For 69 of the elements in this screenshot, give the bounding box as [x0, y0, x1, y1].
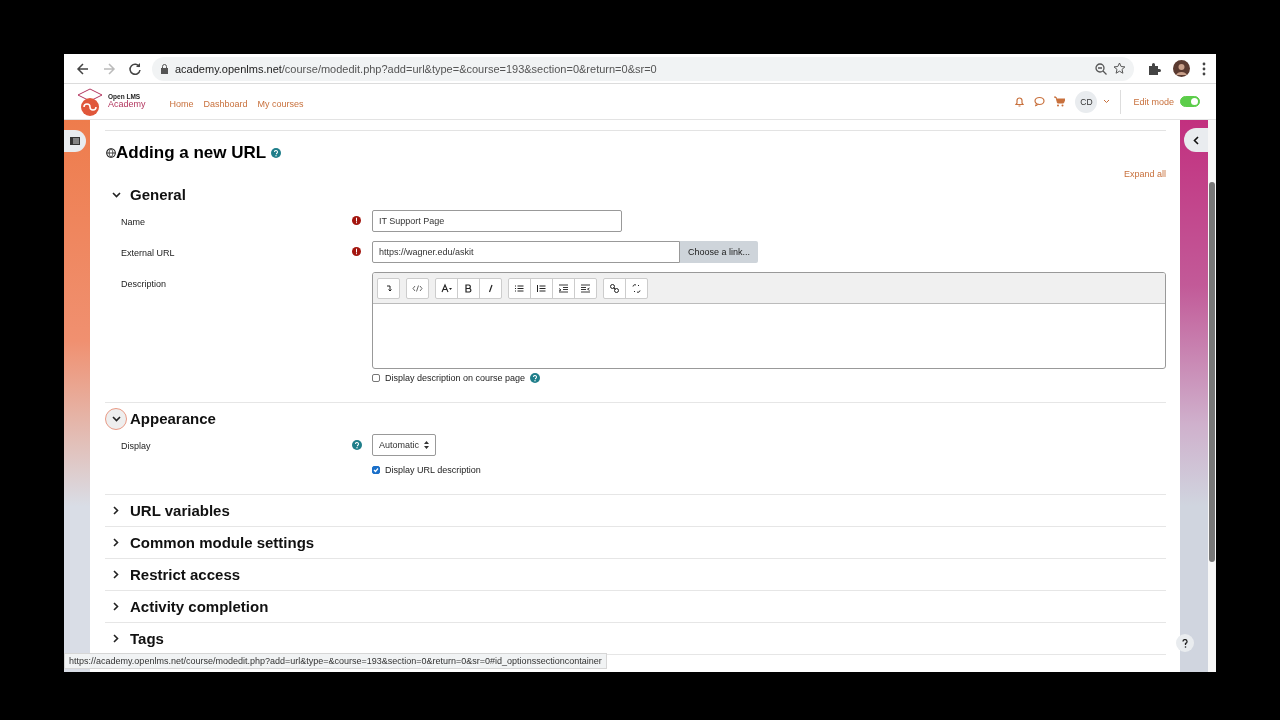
edit-mode-label: Edit mode [1133, 96, 1174, 107]
nav-link[interactable]: Home [169, 98, 194, 109]
star-icon[interactable] [1113, 62, 1126, 75]
scrollbar-thumb[interactable] [1209, 182, 1215, 562]
bell-icon[interactable] [1014, 96, 1026, 107]
unlink-icon[interactable] [631, 282, 642, 294]
check-icon [373, 467, 379, 473]
bullet-list-icon[interactable] [514, 282, 525, 294]
section-heading[interactable]: Restrict access [130, 566, 241, 583]
back-icon[interactable] [76, 61, 90, 76]
chevron-right-icon [113, 602, 119, 611]
section-heading[interactable]: General [130, 186, 186, 203]
user-avatar[interactable]: CD [1075, 90, 1098, 113]
edit-mode-toggle[interactable] [1180, 96, 1200, 107]
nav-link[interactable]: Dashboard [203, 98, 248, 109]
checkbox-label: Display URL description [385, 465, 481, 475]
question-icon [1182, 638, 1188, 648]
expand-all-link[interactable]: Expand all [1123, 169, 1166, 179]
cart-icon[interactable] [1054, 96, 1066, 107]
outdent-icon[interactable] [558, 282, 569, 294]
zoom-icon[interactable] [1095, 62, 1107, 75]
drawer-toggle-button[interactable] [1184, 128, 1208, 152]
collapse-toggle[interactable] [105, 407, 127, 430]
chevron-down-icon [111, 191, 121, 198]
list-icon [70, 137, 80, 145]
chevron-right-icon [113, 538, 119, 547]
field-label: Display [121, 440, 152, 451]
numbered-list-icon[interactable] [536, 282, 547, 294]
page-title: Adding a new URL [116, 143, 267, 163]
section-heading[interactable]: Common module settings [130, 534, 315, 551]
code-icon[interactable] [412, 282, 423, 294]
section-heading[interactable]: Tags [130, 630, 164, 647]
indent-icon[interactable] [580, 282, 591, 294]
section-heading[interactable]: Appearance [130, 410, 216, 427]
logo-text: Academy [108, 100, 146, 110]
url-field[interactable]: https://wagner.edu/askit [372, 241, 680, 263]
field-label: Description [121, 278, 168, 289]
avatar-icon[interactable] [1173, 60, 1190, 77]
checkbox[interactable] [372, 374, 380, 382]
chevron-down-icon [111, 415, 121, 422]
section-heading[interactable]: Activity completion [130, 598, 269, 615]
choose-link-button[interactable]: Choose a link... [680, 241, 759, 263]
display-select[interactable]: Automatic [372, 434, 437, 456]
globe-icon [106, 148, 116, 158]
section-heading[interactable]: URL variables [130, 502, 230, 519]
field-label: Name [121, 216, 146, 227]
link-icon[interactable] [609, 282, 620, 294]
help-button[interactable] [1176, 634, 1194, 652]
name-field[interactable]: IT Support Page [372, 210, 622, 232]
chevron-right-icon [113, 570, 119, 579]
chat-icon[interactable] [1034, 96, 1046, 107]
sort-caret-icon [424, 441, 430, 449]
chevron-right-icon [113, 506, 119, 515]
checkbox-label: Display description on course page [385, 373, 526, 383]
chevron-left-icon [1193, 135, 1199, 145]
reload-icon[interactable] [128, 61, 142, 76]
checkbox[interactable] [372, 466, 380, 474]
help-icon [271, 148, 282, 158]
puzzle-icon[interactable] [1148, 62, 1161, 75]
chevron-right-icon [113, 634, 119, 643]
nav-link[interactable]: My courses [257, 98, 304, 109]
font-color-icon[interactable] [441, 282, 452, 294]
caret-icon[interactable] [1103, 99, 1111, 104]
lock-icon [160, 63, 169, 74]
drawer-toggle-button[interactable] [64, 130, 86, 152]
field-label: External URL [121, 247, 176, 258]
status-url: https://academy.openlms.net/course/modedit.php?add=url&type=&course=193&section=0&return=0&sr=0#id_optionssectioncontainer [64, 653, 607, 669]
menu-icon[interactable] [1202, 61, 1206, 76]
bold-icon[interactable] [463, 282, 474, 294]
